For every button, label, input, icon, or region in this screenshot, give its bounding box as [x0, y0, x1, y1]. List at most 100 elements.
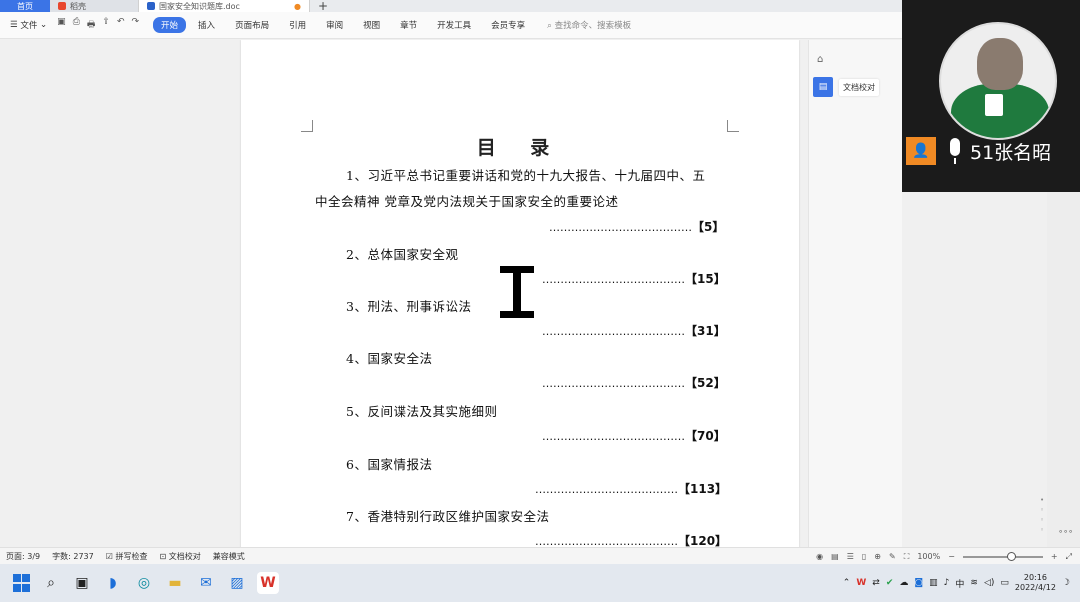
- media-icon[interactable]: ▥: [929, 578, 938, 588]
- toc-entry-5-leader: …………………………………【70】: [542, 427, 726, 444]
- microphone-icon: [944, 136, 966, 166]
- vertical-scrollbar[interactable]: [1047, 192, 1080, 547]
- photos-icon[interactable]: ▨: [226, 572, 248, 594]
- page-indicator[interactable]: 页面: 3/9: [6, 551, 40, 562]
- toc-entry-6-leader: …………………………………【113】: [535, 480, 727, 497]
- export-icon[interactable]: ⇪: [102, 17, 110, 33]
- zoom-slider[interactable]: [962, 551, 1043, 561]
- sync-icon[interactable]: ⇄: [872, 578, 880, 588]
- doc-proofread-icon: ▤: [813, 77, 833, 97]
- fullscreen-icon[interactable]: ⤢: [1066, 552, 1072, 562]
- windows-start-icon[interactable]: [13, 574, 31, 592]
- mic-tray-icon[interactable]: ♪: [944, 578, 950, 588]
- doc-proof-label: 文档校对: [168, 551, 201, 561]
- print-icon[interactable]: 🖶: [87, 17, 96, 33]
- quick-access-toolbar: ▣ ⎙ 🖶 ⇪ ↶ ↷: [57, 17, 139, 33]
- tab-home[interactable]: 首页: [0, 0, 50, 12]
- ribbon-tab-developer[interactable]: 开发工具: [429, 17, 479, 33]
- zoom-slider-knob[interactable]: [1006, 551, 1016, 561]
- eye-protection-icon[interactable]: ◉: [816, 552, 823, 561]
- doc-proofread-button[interactable]: ▤ 文档校对: [813, 76, 879, 98]
- app-tray-icon[interactable]: ◙: [914, 578, 923, 588]
- ribbon-tab-review[interactable]: 审阅: [318, 17, 351, 33]
- video-call-overlay: 👤 51张名昭: [902, 0, 1080, 192]
- ribbon-tab-section[interactable]: 章节: [392, 17, 425, 33]
- avatar-head: [977, 38, 1023, 90]
- chevron-down-icon: ⌄: [40, 20, 48, 30]
- tab-document[interactable]: 国家安全知识题库.doc ●: [138, 0, 310, 12]
- scroll-nav-icons[interactable]: • ◦ ◦ ◦: [1040, 495, 1044, 535]
- leader-dots: …………………………………: [542, 325, 685, 338]
- task-view-icon[interactable]: ▣: [71, 572, 93, 594]
- ribbon-tab-insert[interactable]: 插入: [190, 17, 223, 33]
- ribbon-tab-start[interactable]: 开始: [153, 17, 187, 33]
- volume-icon[interactable]: ◁): [984, 578, 994, 588]
- widgets-icon[interactable]: ◗: [102, 572, 124, 594]
- clock-time: 20:16: [1023, 573, 1047, 582]
- print-preview-icon[interactable]: ⎙: [73, 17, 80, 33]
- edge-browser-icon[interactable]: ◎: [133, 572, 155, 594]
- toc-entry-7-page: 【120】: [678, 534, 728, 547]
- toc-entry-1-line-1: 1、习近平总书记重要讲话和党的十九大报告、十九届四中、五: [346, 168, 706, 183]
- ribbon-tab-reference[interactable]: 引用: [281, 17, 314, 33]
- search-icon[interactable]: ⌕: [40, 572, 62, 594]
- leader-dots: …………………………………: [542, 430, 685, 443]
- save-icon[interactable]: ▣: [57, 17, 66, 33]
- wps-office-icon[interactable]: W: [257, 572, 279, 594]
- toc-entry-1-leader: …………………………………【5】: [549, 218, 724, 235]
- spellcheck-toggle[interactable]: ☑ 拼写检查: [106, 551, 148, 562]
- system-tray: ⌃ W ⇄ ✔ ☁ ◙ ▥ ♪ 中 ≋ ◁) ▭ 20:16 2022/4/12…: [843, 564, 1070, 602]
- zoom-in-icon[interactable]: +: [1051, 552, 1058, 561]
- doc-proof-toggle[interactable]: ⊡ 文档校对: [159, 551, 200, 562]
- wps-tray-icon[interactable]: W: [856, 578, 866, 588]
- avatar-cup: [985, 94, 1003, 116]
- ribbon-tab-member[interactable]: 会员专享: [483, 17, 533, 33]
- more-options-icon[interactable]: ∘∘∘: [1058, 527, 1073, 536]
- clock[interactable]: 20:16 2022/4/12: [1015, 573, 1056, 593]
- zoom-out-icon[interactable]: −: [948, 552, 955, 561]
- leader-dots: …………………………………: [549, 221, 692, 234]
- toc-entry-4: 4、国家安全法: [346, 351, 433, 366]
- ribbon-toolbar: ☰ 文件 ⌄ ▣ ⎙ 🖶 ⇪ ↶ ↷ 开始 插入 页面布局 引用 审阅 视图 章…: [0, 12, 902, 39]
- file-explorer-icon[interactable]: ▬: [164, 572, 186, 594]
- toc-entry-1-line-2: 中全会精神 党章及党内法规关于国家安全的重要论述: [315, 194, 619, 209]
- ibeam-bottom: [500, 311, 534, 318]
- toc-entry-6-page: 【113】: [678, 482, 728, 496]
- toc-entry-7: 7、香港特别行政区维护国家安全法: [346, 509, 550, 524]
- mail-icon[interactable]: ✉: [195, 572, 217, 594]
- reading-view-icon[interactable]: ▯: [862, 552, 866, 561]
- battery-icon[interactable]: ▭: [1000, 578, 1009, 588]
- toc-entry-4-page: 【52】: [685, 376, 726, 390]
- security-icon[interactable]: ✔: [886, 578, 894, 588]
- ribbon-tab-layout[interactable]: 页面布局: [227, 17, 277, 33]
- status-bar: 页面: 3/9 字数: 2737 ☑ 拼写检查 ⊡ 文档校对 兼容模式 ◉ ▤ …: [0, 547, 1080, 564]
- notification-icon[interactable]: ☽: [1062, 578, 1070, 588]
- daoke-icon: [58, 2, 66, 10]
- undo-icon[interactable]: ↶: [117, 17, 125, 33]
- command-search[interactable]: ⌕ 查找命令、搜索模板: [547, 19, 631, 31]
- fit-page-icon[interactable]: ⛶: [904, 552, 910, 562]
- ribbon-tab-view[interactable]: 视图: [355, 17, 388, 33]
- tab-daoke-label: 稻壳: [70, 1, 86, 11]
- toc-entry-6: 6、国家情报法: [346, 457, 433, 472]
- compat-mode-label: 兼容模式: [212, 551, 245, 561]
- zoom-level[interactable]: 100%: [917, 552, 940, 561]
- redo-icon[interactable]: ↷: [131, 17, 139, 33]
- file-menu[interactable]: ☰ 文件 ⌄: [0, 19, 47, 31]
- collapse-panel-icon[interactable]: ⌂: [817, 54, 823, 65]
- outline-view-icon[interactable]: ☰: [847, 552, 854, 561]
- toc-title: 目 录: [476, 137, 564, 159]
- cloud-icon[interactable]: ☁: [899, 578, 908, 588]
- word-count[interactable]: 字数: 2737: [52, 551, 94, 562]
- ime-indicator[interactable]: 中: [955, 577, 964, 590]
- right-side-panel: ⌂ ▤ 文档校对: [808, 40, 902, 547]
- write-mode-icon[interactable]: ✎: [889, 552, 896, 561]
- new-tab-button[interactable]: +: [310, 0, 336, 13]
- wifi-icon[interactable]: ≋: [970, 578, 978, 588]
- web-view-icon[interactable]: ⊕: [874, 552, 881, 561]
- leader-dots: …………………………………: [535, 483, 678, 496]
- tab-daoke[interactable]: 稻壳: [50, 0, 138, 12]
- toc-entry-1-page: 【5】: [692, 220, 725, 234]
- page-view-icon[interactable]: ▤: [831, 552, 839, 561]
- tray-expand-icon[interactable]: ⌃: [843, 578, 851, 588]
